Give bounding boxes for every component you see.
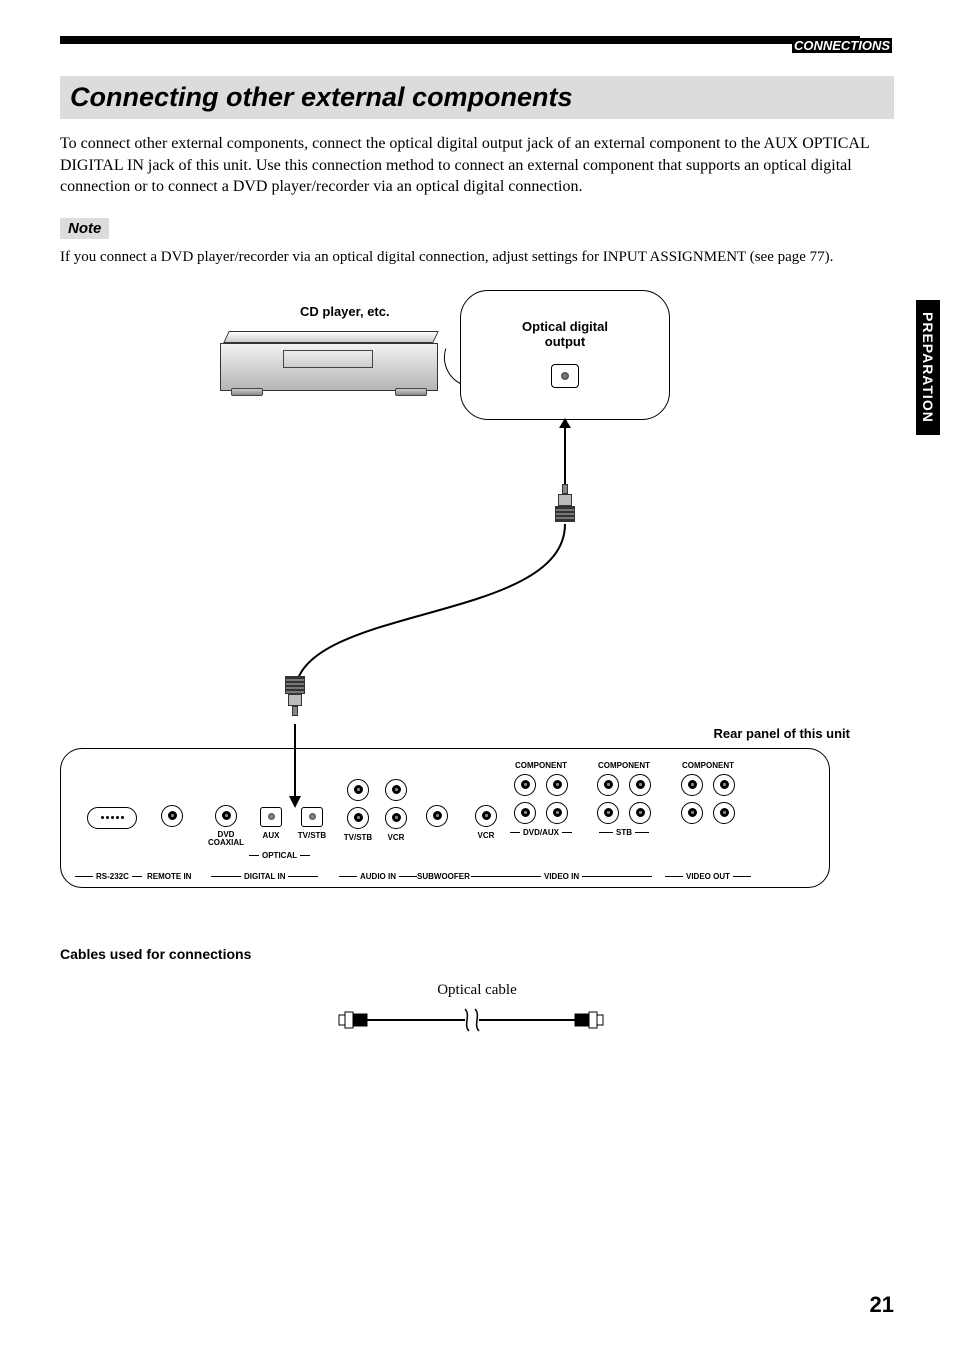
audio-tvstb-jack1-icon [347,779,369,801]
side-tab: PREPARATION [916,300,940,435]
aux-optical-jack-icon [260,807,282,827]
comp1-jack3-icon [514,802,536,824]
cd-player-icon [220,331,440,401]
dvd-coaxial-label: DVDCOAXIAL [206,831,246,848]
audio-in-label: AUDIO IN [360,872,396,881]
video-out-label: VIDEO OUT [686,872,730,881]
audio-vcr-label: VCR [381,833,411,842]
component-label-1: COMPONENT [506,761,576,770]
subwoofer-jack-icon [426,805,448,827]
audio-tvstb-jack2-icon [347,807,369,829]
note-label: Note [60,218,109,239]
comp3-jack2-icon [713,774,735,796]
aux-label: AUX [256,831,286,840]
comp2-jack4-icon [629,802,651,824]
optical-group-label: OPTICAL [262,851,297,860]
video-in-label: VIDEO IN [544,872,579,881]
audio-vcr-jack1-icon [385,779,407,801]
dvd-coaxial-jack-icon [215,805,237,827]
callout-line1: Optical digital [461,319,669,335]
comp2-jack3-icon [597,802,619,824]
rear-panel-label: Rear panel of this unit [713,726,850,741]
tvstb-optical-jack-icon [301,807,323,827]
dvd-aux-label: DVD/AUX [523,828,559,837]
subwoofer-label: SUBWOOFER [417,872,470,881]
digital-in-label: DIGITAL IN [244,872,285,881]
page-number: 21 [870,1292,894,1318]
optical-jack-icon [551,364,579,388]
comp3-jack3-icon [681,802,703,824]
component-label-2: COMPONENT [589,761,659,770]
connection-diagram: CD player, etc. Optical digital output [60,296,860,916]
comp3-jack4-icon [713,802,735,824]
cables-heading: Cables used for connections [60,946,894,962]
section-body: To connect other external components, co… [60,133,894,198]
optical-cable-figure: Optical cable [317,982,637,1035]
comp1-jack4-icon [546,802,568,824]
header-bar [60,36,860,44]
comp3-jack1-icon [681,774,703,796]
optical-cable-label: Optical cable [317,982,637,999]
video-vcr-label: VCR [471,831,501,840]
optical-output-callout: Optical digital output [460,290,670,420]
comp2-jack2-icon [629,774,651,796]
cable-curve-icon [290,524,580,704]
section-title-container: Connecting other external components [60,76,894,119]
audio-tvstb-label: TV/STB [341,833,375,842]
audio-vcr-jack2-icon [385,807,407,829]
component-label-3: COMPONENT [673,761,743,770]
section-title: Connecting other external components [70,82,884,113]
callout-line2: output [461,334,669,350]
optical-cable-icon [337,1005,617,1035]
cd-player-label: CD player, etc. [300,304,390,319]
optical-plug-bottom-icon [285,676,305,716]
video-vcr-jack-icon [475,805,497,827]
header-breadcrumb: CONNECTIONS [792,38,892,53]
rs232c-label: RS-232C [96,872,129,881]
remote-in-label: REMOTE IN [147,872,191,881]
comp2-jack1-icon [597,774,619,796]
tvstb-digital-label: TV/STB [294,831,330,840]
comp1-jack2-icon [546,774,568,796]
stb-label: STB [616,828,632,837]
rear-panel: RS-232C REMOTE IN DVDCOAXIAL AUX [60,748,830,888]
note-text: If you connect a DVD player/recorder via… [60,249,894,266]
remote-in-jack-icon [161,805,183,827]
rs232c-port-icon [87,807,137,829]
cable-line-upper [564,424,566,484]
optical-plug-top-icon [555,484,575,522]
comp1-jack1-icon [514,774,536,796]
